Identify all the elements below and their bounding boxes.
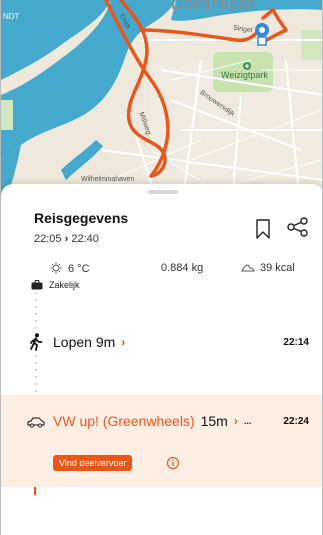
- trip-start-time: 22:05: [34, 233, 62, 245]
- share-icon: [287, 217, 308, 237]
- stat-co2: 0.884 kg: [161, 262, 203, 274]
- walking-leg-text: Lopen 9m: [53, 334, 116, 350]
- find-shared-transport-button[interactable]: Vind deelvervoer: [53, 455, 133, 471]
- temperature-value: 6 °C: [68, 263, 90, 275]
- share-button[interactable]: [287, 216, 309, 238]
- trip-time-range: 22:05 › 22:40: [34, 233, 99, 245]
- car-leg-text: VW up! (Greenwheels): [53, 413, 195, 429]
- weather-icon: [50, 262, 62, 274]
- category-label: Zakelijk: [49, 280, 80, 290]
- car-leg-ellipsis: ...: [243, 416, 252, 426]
- map-label-wilhelmina: Wilhelminahaven: [81, 176, 135, 183]
- leg-walking[interactable]: Lopen 9m › 22:14: [1, 330, 322, 356]
- car-leg-duration: 15m: [200, 413, 228, 429]
- leg-car[interactable]: VW up! (Greenwheels) 15m › ... 22:24 Vin…: [1, 395, 322, 487]
- car-leg-label: VW up! (Greenwheels) 15m › ...: [53, 413, 251, 429]
- walking-leg-label: Lopen 9m ›: [53, 334, 125, 350]
- car-icon: [27, 417, 45, 428]
- briefcase-icon: [31, 280, 43, 290]
- shoe-icon: [241, 264, 255, 272]
- co2-value: 0.884 kg: [161, 262, 204, 274]
- chevron-right-icon: ›: [233, 414, 238, 428]
- map-label-park: Weizigtpark: [221, 70, 268, 80]
- phone-screen: Dordrecht Singel Weizigtpark Brouwersdij…: [0, 0, 323, 535]
- calories-value: 39 kcal: [260, 262, 295, 274]
- walking-icon: [30, 333, 43, 351]
- map-canvas: [1, 0, 322, 215]
- map-label-city: Dordrecht: [171, 0, 255, 13]
- stat-calories: 39 kcal: [241, 262, 295, 274]
- route-map[interactable]: Dordrecht Singel Weizigtpark Brouwersdij…: [1, 0, 322, 215]
- stat-temperature: 6 °C: [49, 262, 90, 276]
- trip-stats: 6 °C 0.884 kg 39 kcal: [1, 258, 322, 278]
- walking-leg-time: 22:14: [283, 337, 309, 348]
- map-label-edge: NDT: [3, 12, 20, 21]
- trip-details-sheet: Reisgegevens 22:05 › 22:40 6 °C 0.884 kg…: [1, 184, 322, 535]
- trip-end-time: 22:40: [71, 233, 99, 245]
- car-leg-time: 22:24: [283, 416, 309, 427]
- bookmark-button[interactable]: [252, 218, 274, 240]
- chevron-right-icon: ›: [121, 335, 126, 349]
- trip-category[interactable]: Zakelijk: [31, 280, 80, 290]
- sheet-drag-handle[interactable]: [148, 190, 178, 194]
- info-icon[interactable]: [166, 456, 180, 470]
- bookmark-icon: [256, 219, 270, 239]
- trip-title: Reisgegevens: [34, 210, 129, 226]
